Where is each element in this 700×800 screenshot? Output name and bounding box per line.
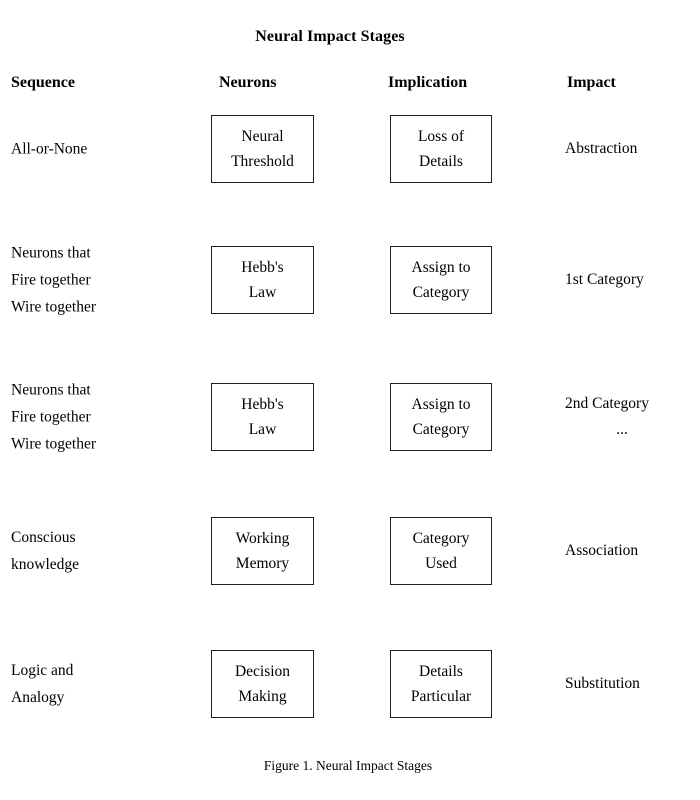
impact-label: Substitution: [565, 671, 700, 697]
impact-label: Abstraction: [565, 136, 700, 162]
stage-row: Neurons that Fire together Wire together…: [0, 245, 700, 316]
implication-box[interactable]: Details Particular: [390, 650, 492, 718]
implication-box[interactable]: Category Used: [390, 517, 492, 585]
impact-label: 2nd Category ...: [565, 391, 700, 443]
impact-continuation: ...: [616, 421, 628, 438]
neurons-box[interactable]: Neural Threshold: [211, 115, 314, 183]
sequence-label: All-or-None: [11, 140, 88, 158]
impact-text: Association: [565, 542, 639, 559]
impact-label: 1st Category: [565, 267, 700, 293]
impact-label: Association: [565, 538, 700, 564]
neurons-box[interactable]: Decision Making: [211, 650, 314, 718]
stage-row: Conscious knowledge Working Memory Categ…: [0, 517, 700, 585]
implication-box[interactable]: Loss of Details: [390, 115, 492, 183]
stage-row: Logic and Analogy Decision Making Detail…: [0, 650, 700, 718]
neurons-box[interactable]: Hebb's Law: [211, 246, 314, 314]
implication-box[interactable]: Assign to Category: [390, 383, 492, 451]
impact-text: 1st Category: [565, 271, 644, 288]
stage-rows: All-or-None Neural Threshold Loss of Det…: [0, 0, 700, 800]
impact-text: Abstraction: [565, 140, 638, 157]
figure-caption: Figure 1. Neural Impact Stages: [263, 758, 433, 773]
stage-row: All-or-None Neural Threshold Loss of Det…: [0, 115, 700, 183]
implication-box[interactable]: Assign to Category: [390, 246, 492, 314]
sequence-label: Logic and Analogy: [11, 662, 74, 706]
impact-text: Substitution: [565, 675, 640, 692]
stage-row: Neurons that Fire together Wire together…: [0, 382, 700, 453]
sequence-label: Neurons that Fire together Wire together: [11, 381, 97, 453]
sequence-label: Neurons that Fire together Wire together: [11, 244, 97, 316]
neurons-box[interactable]: Working Memory: [211, 517, 314, 585]
sequence-label: Conscious knowledge: [11, 529, 80, 573]
neurons-box[interactable]: Hebb's Law: [211, 383, 314, 451]
impact-text: 2nd Category: [565, 395, 649, 412]
